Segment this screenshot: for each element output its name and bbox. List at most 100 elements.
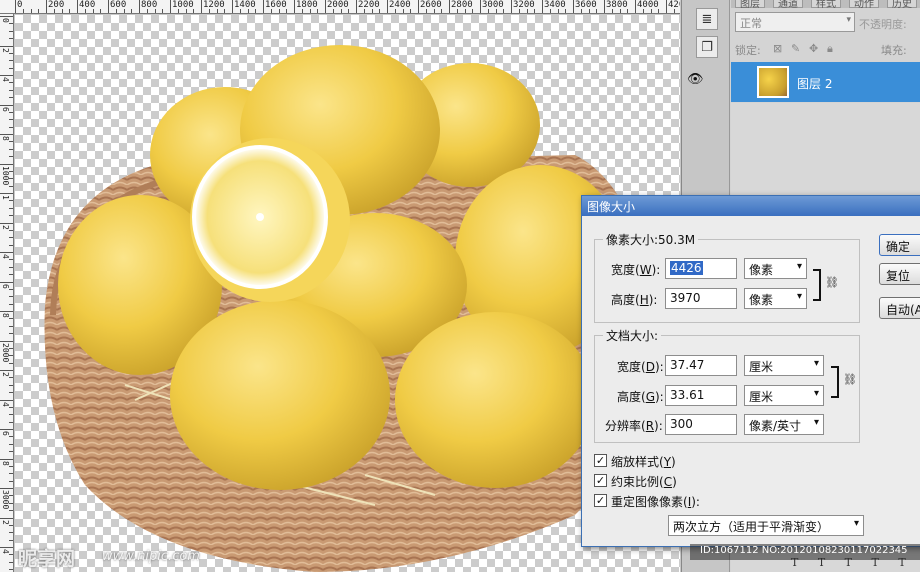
ruler-minor-tick xyxy=(9,119,13,121)
chevron-down-icon: ▾ xyxy=(796,261,802,272)
ruler-label: 1000 xyxy=(172,0,194,10)
ruler-label: 1600 xyxy=(265,0,287,10)
ruler-major-tick xyxy=(77,0,78,13)
panel-icon-2[interactable]: ❐ xyxy=(696,36,718,58)
ruler-minor-tick xyxy=(9,443,13,445)
ruler-minor-tick xyxy=(9,200,13,202)
resolution-input[interactable]: 300 xyxy=(665,414,737,435)
doc-height-unit-select[interactable]: 厘米 ▾ xyxy=(744,385,824,406)
lock-move-icon[interactable]: ✥ xyxy=(809,42,818,55)
ruler-label: 4000 xyxy=(637,0,659,10)
ruler-minor-tick xyxy=(642,9,644,13)
auto-button[interactable]: 自动(A)... xyxy=(879,297,920,319)
lock-all-icon[interactable]: 🔒︎ xyxy=(827,42,833,56)
ruler-minor-tick xyxy=(100,9,102,13)
ruler-minor-tick xyxy=(146,9,148,13)
tab-history[interactable]: 历史 xyxy=(887,0,917,8)
ruler-minor-tick xyxy=(301,9,303,13)
ruler-minor-tick xyxy=(425,9,427,13)
checkbox-box[interactable]: ✓ xyxy=(594,494,607,507)
lock-paint-icon[interactable]: ✎ xyxy=(791,42,800,55)
ruler-minor-tick xyxy=(9,532,13,534)
doc-width-input[interactable]: 37.47 xyxy=(665,355,737,376)
ruler-major-tick xyxy=(15,0,16,13)
ruler-minor-tick xyxy=(9,111,13,113)
ruler-label: 1000 xyxy=(1,165,10,185)
ok-button[interactable]: 确定 xyxy=(879,234,920,256)
ruler-label: 2 xyxy=(1,224,10,230)
ruler-minor-tick xyxy=(9,170,13,172)
ruler-major-tick xyxy=(0,488,13,489)
dialog-titlebar[interactable]: 图像大小 xyxy=(582,196,920,216)
pixel-height-input[interactable]: 3970 xyxy=(665,288,737,309)
tab-styles[interactable]: 样式 xyxy=(811,0,841,8)
ruler-minor-tick xyxy=(588,9,590,13)
layer-item[interactable]: 👁︎ 图层 2 xyxy=(687,62,920,102)
ruler-minor-tick xyxy=(131,9,133,13)
ruler-minor-tick xyxy=(658,9,660,13)
ruler-minor-tick xyxy=(9,126,13,128)
resolution-label: 分辨率(R): xyxy=(605,419,663,433)
link-bracket xyxy=(813,269,821,301)
ruler-major-tick xyxy=(46,0,47,13)
pixel-width-unit-select[interactable]: 像素 ▾ xyxy=(744,258,807,279)
eye-icon[interactable]: 👁︎ xyxy=(687,72,704,87)
tab-channels[interactable]: 通道 xyxy=(773,0,803,8)
lock-transparency-icon[interactable]: ⊠ xyxy=(773,42,782,55)
doc-height-input[interactable]: 33.61 xyxy=(665,385,737,406)
panel-icon-1[interactable]: ≣ xyxy=(696,8,718,30)
ruler-major-tick xyxy=(0,75,13,76)
link-bracket xyxy=(831,366,839,398)
ruler-major-tick xyxy=(0,193,13,194)
ruler-label: 4 xyxy=(1,254,10,259)
ruler-minor-tick xyxy=(596,9,598,13)
ruler-major-tick xyxy=(480,0,481,13)
ruler-major-tick xyxy=(635,0,636,13)
ruler-minor-tick xyxy=(9,451,13,453)
ruler-minor-tick xyxy=(441,9,443,13)
ruler-major-tick xyxy=(0,458,13,460)
ruler-minor-tick xyxy=(9,215,13,217)
ruler-minor-tick xyxy=(317,9,319,13)
ruler-minor-tick xyxy=(9,495,13,497)
ruler-minor-tick xyxy=(394,9,396,13)
ruler-minor-tick xyxy=(247,9,249,13)
ruler-minor-tick xyxy=(9,38,13,40)
chevron-down-icon: ▾ xyxy=(846,15,851,25)
ruler-major-tick xyxy=(325,0,326,13)
ruler-label: 4 xyxy=(1,77,10,82)
ruler-minor-tick xyxy=(9,60,13,62)
ruler-minor-tick xyxy=(92,9,94,13)
resolution-unit-select[interactable]: 像素/英寸 ▾ xyxy=(744,414,824,435)
checkbox-box[interactable]: ✓ xyxy=(594,454,607,467)
ruler-minor-tick xyxy=(495,9,497,13)
ruler-left: 0 2 4 6 8 1000 1 2 4 6 8 2000 2 4 6 8 3000 2 4 xyxy=(0,14,14,572)
ruler-major-tick xyxy=(0,134,13,135)
ruler-label: 3400 xyxy=(544,0,566,10)
ruler-minor-tick xyxy=(673,9,675,13)
ruler-minor-tick xyxy=(9,421,13,423)
ruler-major-tick xyxy=(0,311,13,312)
checkbox-box[interactable]: ✓ xyxy=(594,474,607,487)
ruler-minor-tick xyxy=(9,406,13,408)
layer-thumbnail xyxy=(757,66,789,98)
reset-button[interactable]: 复位 xyxy=(879,263,920,285)
pixel-width-label: 宽度(W): xyxy=(611,263,661,277)
doc-width-unit-select[interactable]: 厘米 ▾ xyxy=(744,355,824,376)
chain-link-icon: ⛓︎ xyxy=(825,276,839,289)
resample-method-select[interactable]: 两次立方（适用于平滑渐变） ▾ xyxy=(668,515,864,536)
image-id-text: ID:1067112 NO:20120108230117022345 xyxy=(700,545,908,556)
tab-layers[interactable]: 图层 xyxy=(735,0,765,8)
ruler-label: 8 xyxy=(1,460,10,466)
pixel-height-unit-select[interactable]: 像素 ▾ xyxy=(744,288,807,309)
ruler-minor-tick xyxy=(503,9,505,13)
ruler-label: 2 xyxy=(1,372,10,377)
pixel-width-input[interactable]: 4426 xyxy=(665,258,737,279)
ruler-minor-tick xyxy=(9,377,13,379)
blend-mode-select[interactable]: 正常 ▾ xyxy=(735,12,855,32)
tab-actions[interactable]: 动作 xyxy=(849,0,879,8)
ruler-minor-tick xyxy=(340,9,342,13)
lock-label: 锁定: xyxy=(735,44,761,57)
ruler-minor-tick xyxy=(53,9,55,13)
ruler-minor-tick xyxy=(9,141,13,143)
